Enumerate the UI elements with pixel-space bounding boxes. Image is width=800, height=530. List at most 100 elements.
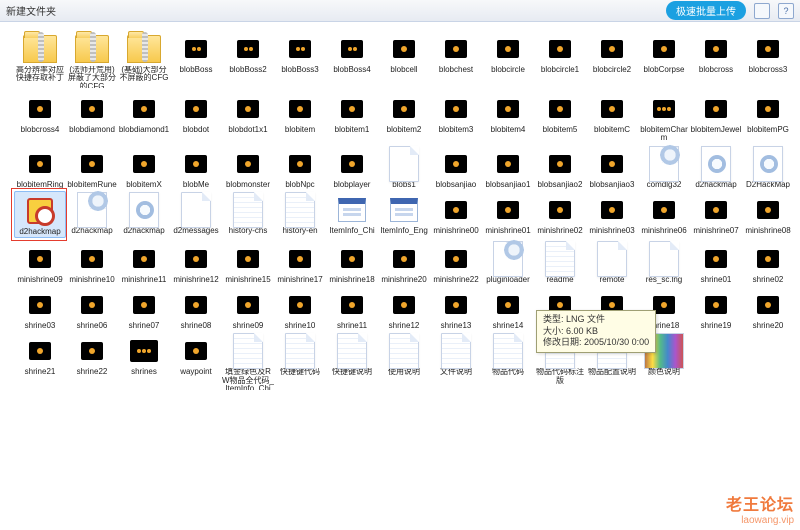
file-item[interactable]: minishrine08 bbox=[742, 191, 794, 237]
file-item[interactable]: comdlg32 bbox=[638, 145, 690, 189]
file-item[interactable]: blobitem2 bbox=[378, 90, 430, 143]
file-item[interactable]: blobBoss3 bbox=[274, 30, 326, 88]
file-item[interactable]: waypoint bbox=[170, 332, 222, 390]
file-item[interactable]: shrine03 bbox=[14, 286, 66, 330]
file-item[interactable]: minishrine18 bbox=[326, 240, 378, 284]
file-item[interactable]: blobitemCharm bbox=[638, 90, 690, 143]
file-item[interactable]: pluginloader bbox=[482, 240, 534, 284]
file-item[interactable]: blobBoss4 bbox=[326, 30, 378, 88]
file-item[interactable]: shrine21 bbox=[14, 332, 66, 390]
file-item[interactable]: shrine01 bbox=[690, 240, 742, 284]
file-item[interactable]: ItemInfo_Chi bbox=[326, 191, 378, 237]
file-item[interactable]: (法师开荒用)屏蔽了大部分的CFG bbox=[66, 30, 118, 88]
file-item[interactable]: 快捷键代码 bbox=[274, 332, 326, 390]
file-item[interactable]: shrine08 bbox=[170, 286, 222, 330]
file-item[interactable]: blobitemRing bbox=[14, 145, 66, 189]
file-item[interactable]: shrine13 bbox=[430, 286, 482, 330]
file-item[interactable]: blobBoss bbox=[170, 30, 222, 88]
file-item[interactable]: blobcircle1 bbox=[534, 30, 586, 88]
file-item[interactable]: shrine09 bbox=[222, 286, 274, 330]
file-item[interactable]: (基础)大部分不屏蔽的CFG bbox=[118, 30, 170, 88]
file-item[interactable]: shrine10 bbox=[274, 286, 326, 330]
file-item[interactable]: blobcircle bbox=[482, 30, 534, 88]
file-item[interactable]: 使用说明 bbox=[378, 332, 430, 390]
file-item[interactable]: shrine14 bbox=[482, 286, 534, 330]
file-item[interactable]: shrine07 bbox=[118, 286, 170, 330]
file-item[interactable]: blobcross bbox=[690, 30, 742, 88]
file-item[interactable]: blobitem3 bbox=[430, 90, 482, 143]
file-item[interactable]: blobsanjiao bbox=[430, 145, 482, 189]
file-item[interactable]: blobNpc bbox=[274, 145, 326, 189]
file-item[interactable]: ItemInfo_Eng bbox=[378, 191, 430, 237]
file-item[interactable]: minishrine15 bbox=[222, 240, 274, 284]
file-item[interactable]: shrines bbox=[118, 332, 170, 390]
file-item[interactable]: shrine06 bbox=[66, 286, 118, 330]
file-item[interactable]: blobplayer bbox=[326, 145, 378, 189]
file-item[interactable]: minishrine06 bbox=[638, 191, 690, 237]
file-item[interactable]: minishrine03 bbox=[586, 191, 638, 237]
file-item[interactable]: d2hackmap bbox=[690, 145, 742, 189]
file-item[interactable]: 文件说明 bbox=[430, 332, 482, 390]
file-item[interactable]: blobdot bbox=[170, 90, 222, 143]
file-item[interactable]: blobcircle2 bbox=[586, 30, 638, 88]
file-item[interactable]: remote bbox=[586, 240, 638, 284]
file-item[interactable]: blobCorpse bbox=[638, 30, 690, 88]
file-item[interactable]: minishrine07 bbox=[690, 191, 742, 237]
file-item[interactable]: res_sc.lng bbox=[638, 240, 690, 284]
file-item[interactable]: shrine20 bbox=[742, 286, 794, 330]
file-item[interactable]: blobitemJewel bbox=[690, 90, 742, 143]
file-item[interactable]: blobdot1x1 bbox=[222, 90, 274, 143]
file-item[interactable]: blobitem1 bbox=[326, 90, 378, 143]
file-item[interactable]: d2hackmap bbox=[66, 191, 118, 237]
file-item[interactable]: blobitemPG bbox=[742, 90, 794, 143]
file-item[interactable]: minishrine09 bbox=[14, 240, 66, 284]
file-item[interactable]: shrine12 bbox=[378, 286, 430, 330]
file-item[interactable]: blobcell bbox=[378, 30, 430, 88]
file-item[interactable]: blobs1 bbox=[378, 145, 430, 189]
file-item[interactable]: history-en bbox=[274, 191, 326, 237]
file-item[interactable]: 填金绿色及RW物品全代码_ItemInfo_Chi bbox=[222, 332, 274, 390]
file-item[interactable]: blobcross3 bbox=[742, 30, 794, 88]
file-item[interactable]: minishrine12 bbox=[170, 240, 222, 284]
file-item[interactable]: d2hackmap bbox=[14, 191, 66, 237]
file-item[interactable]: blobsanjiao1 bbox=[482, 145, 534, 189]
file-item[interactable]: blobitemX bbox=[118, 145, 170, 189]
file-item[interactable]: blobMe bbox=[170, 145, 222, 189]
help-icon[interactable]: ? bbox=[778, 3, 794, 19]
file-item[interactable]: readme bbox=[534, 240, 586, 284]
file-item[interactable]: shrine22 bbox=[66, 332, 118, 390]
view-grid-icon[interactable] bbox=[754, 3, 770, 19]
file-item[interactable]: blobitem bbox=[274, 90, 326, 143]
file-item[interactable]: 物品代码 bbox=[482, 332, 534, 390]
file-item[interactable]: history-chs bbox=[222, 191, 274, 237]
file-item[interactable]: minishrine00 bbox=[430, 191, 482, 237]
file-item[interactable]: shrine19 bbox=[690, 286, 742, 330]
file-item[interactable]: blobitemRune bbox=[66, 145, 118, 189]
file-item[interactable]: minishrine10 bbox=[66, 240, 118, 284]
file-item[interactable]: blobcross4 bbox=[14, 90, 66, 143]
file-item[interactable]: minishrine01 bbox=[482, 191, 534, 237]
file-item[interactable]: blobitem4 bbox=[482, 90, 534, 143]
file-item[interactable]: d2hackmap bbox=[118, 191, 170, 237]
file-item[interactable]: 快捷键说明 bbox=[326, 332, 378, 390]
file-item[interactable]: blobmonster bbox=[222, 145, 274, 189]
file-item[interactable]: d2messages bbox=[170, 191, 222, 237]
file-item[interactable]: blobitemC bbox=[586, 90, 638, 143]
file-item[interactable]: minishrine11 bbox=[118, 240, 170, 284]
file-item[interactable]: shrine02 bbox=[742, 240, 794, 284]
file-item[interactable]: blobchest bbox=[430, 30, 482, 88]
file-item[interactable]: blobdiamond bbox=[66, 90, 118, 143]
file-item[interactable]: blobsanjiao2 bbox=[534, 145, 586, 189]
file-item[interactable]: minishrine02 bbox=[534, 191, 586, 237]
file-item[interactable]: minishrine17 bbox=[274, 240, 326, 284]
file-item[interactable]: minishrine22 bbox=[430, 240, 482, 284]
file-item[interactable]: 高分辨率对应快捷存取补丁 bbox=[14, 30, 66, 88]
file-item[interactable]: minishrine20 bbox=[378, 240, 430, 284]
file-item[interactable]: blobitem5 bbox=[534, 90, 586, 143]
file-item[interactable]: blobdiamond1 bbox=[118, 90, 170, 143]
file-item[interactable]: D2HackMap bbox=[742, 145, 794, 189]
upload-button[interactable]: 极速批量上传 bbox=[666, 1, 746, 20]
file-item[interactable]: blobBoss2 bbox=[222, 30, 274, 88]
file-item[interactable]: blobsanjiao3 bbox=[586, 145, 638, 189]
file-item[interactable]: shrine11 bbox=[326, 286, 378, 330]
